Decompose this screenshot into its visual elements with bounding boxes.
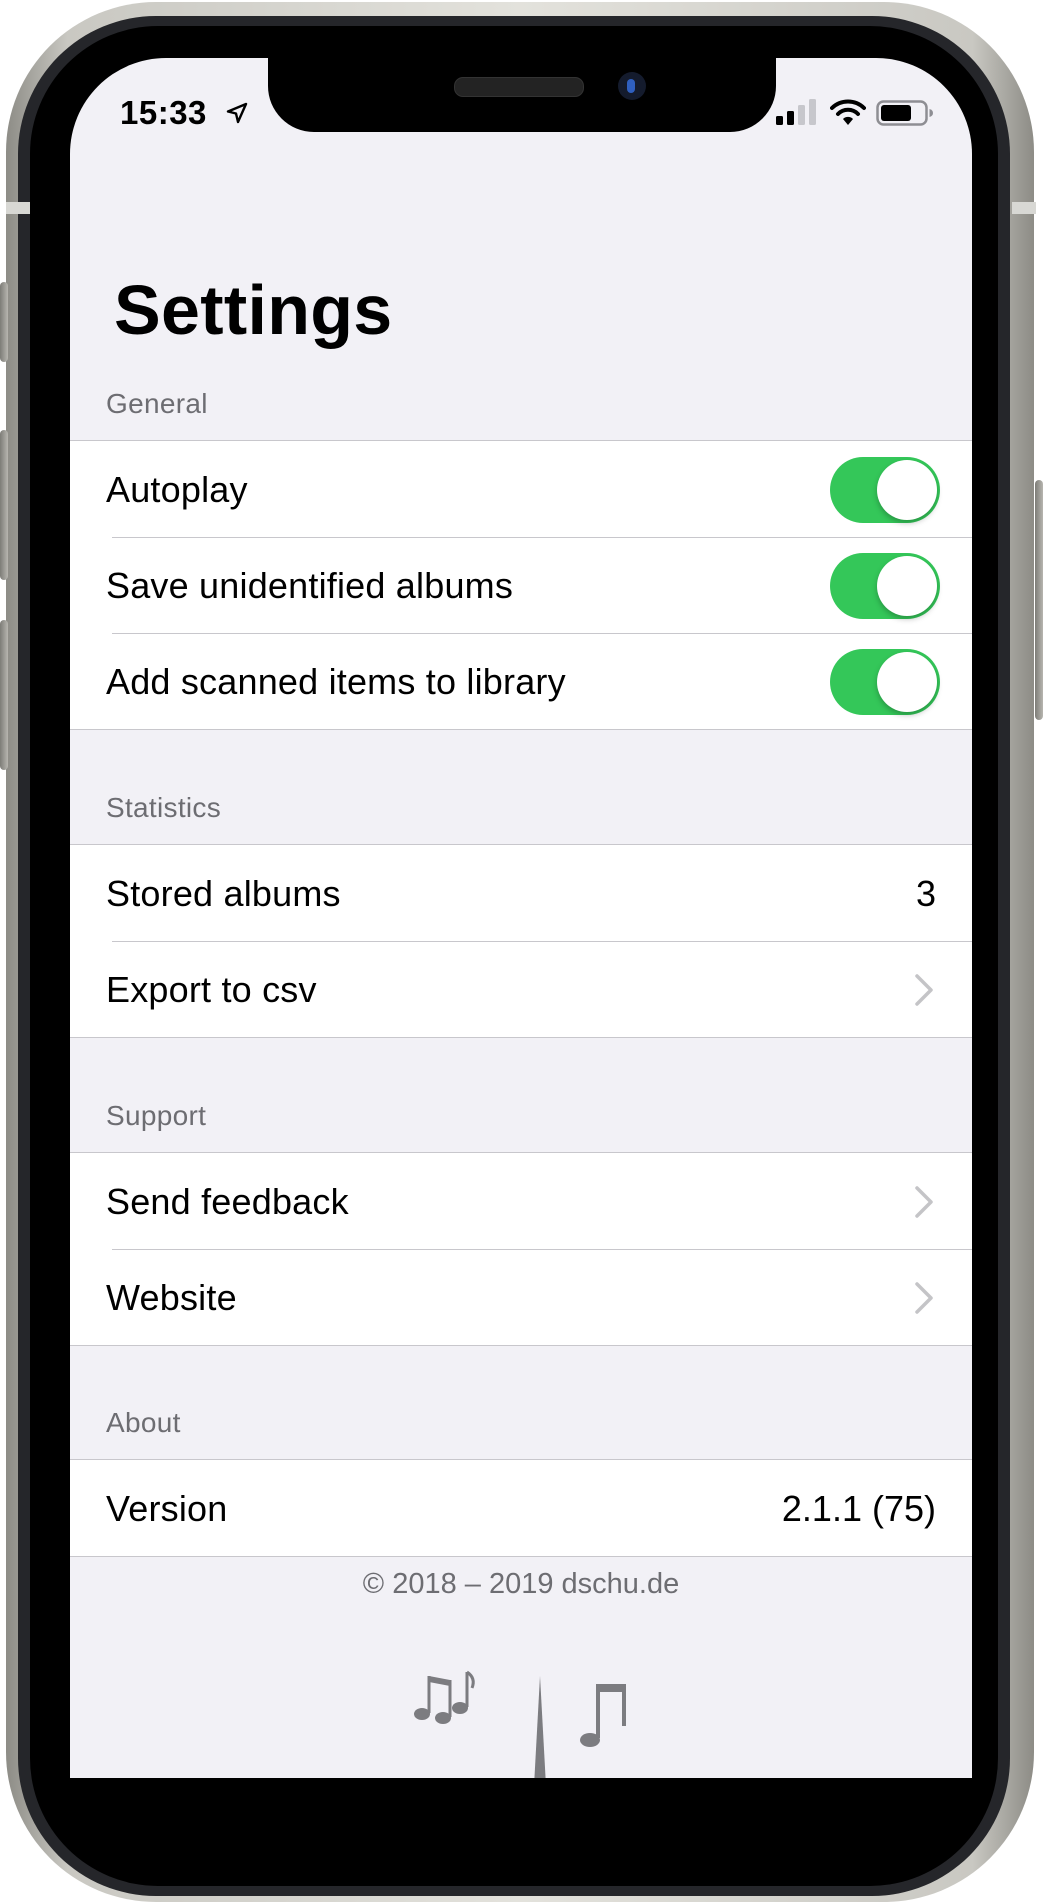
row-label: Website xyxy=(106,1277,237,1318)
location-arrow-icon xyxy=(226,102,248,124)
chevron-right-icon xyxy=(915,1186,933,1218)
stored-albums-value: 3 xyxy=(915,873,936,914)
page-title: Settings xyxy=(114,271,393,349)
status-time: 15:33 xyxy=(120,94,207,131)
autoplay-toggle[interactable] xyxy=(830,457,940,523)
section-header-about: About xyxy=(106,1407,181,1438)
save-unidentified-albums-toggle[interactable] xyxy=(830,553,940,619)
settings-group-support: Send feedback Website xyxy=(70,1152,972,1346)
front-camera xyxy=(618,72,646,100)
section-header-support: Support xyxy=(106,1100,207,1131)
phone-screen: 15:33 Settings General Autoplay Save uni… xyxy=(70,58,972,1778)
section-header-general: General xyxy=(106,388,208,419)
music-notes-logo-icon xyxy=(414,1670,626,1778)
antenna-band-right xyxy=(1012,202,1036,214)
send-feedback-row[interactable]: Send feedback xyxy=(70,1153,972,1249)
row-label: Version xyxy=(106,1488,228,1529)
row-label: Send feedback xyxy=(106,1181,349,1222)
cellular-signal-icon xyxy=(776,99,816,125)
autoplay-row: Autoplay xyxy=(70,441,972,537)
volume-up-button xyxy=(0,430,8,580)
row-label: Save unidentified albums xyxy=(106,565,514,606)
row-label: Stored albums xyxy=(106,873,341,914)
settings-group-general: Autoplay Save unidentified albums Add sc… xyxy=(70,440,972,730)
notch xyxy=(268,58,776,132)
row-label: Add scanned items to library xyxy=(106,661,566,702)
antenna-band-left xyxy=(6,202,30,214)
toggle-knob xyxy=(877,652,937,712)
power-button xyxy=(1035,480,1043,720)
toggle-knob xyxy=(877,556,937,616)
version-value: 2.1.1 (75) xyxy=(781,1488,936,1529)
save-unidentified-albums-row: Save unidentified albums xyxy=(70,537,972,633)
volume-down-button xyxy=(0,620,8,770)
copyright-text: © 2018 – 2019 dschu.de xyxy=(362,1568,680,1600)
silent-switch xyxy=(0,282,8,362)
settings-group-about: Version 2.1.1 (75) xyxy=(70,1459,972,1557)
add-scanned-items-toggle[interactable] xyxy=(830,649,940,715)
earpiece-speaker xyxy=(454,77,584,97)
website-row[interactable]: Website xyxy=(70,1249,972,1345)
version-row: Version 2.1.1 (75) xyxy=(70,1460,972,1556)
chevron-right-icon xyxy=(915,974,933,1006)
export-to-csv-row[interactable]: Export to csv xyxy=(70,941,972,1037)
toggle-knob xyxy=(877,460,937,520)
chevron-right-icon xyxy=(915,1282,933,1314)
row-label: Export to csv xyxy=(106,969,317,1010)
stored-albums-row: Stored albums 3 xyxy=(70,845,972,941)
section-header-statistics: Statistics xyxy=(106,792,222,823)
battery-icon xyxy=(876,100,933,126)
wifi-icon xyxy=(830,99,866,125)
row-label: Autoplay xyxy=(106,469,248,510)
add-scanned-items-row: Add scanned items to library xyxy=(70,633,972,729)
settings-group-statistics: Stored albums 3 Export to csv xyxy=(70,844,972,1038)
